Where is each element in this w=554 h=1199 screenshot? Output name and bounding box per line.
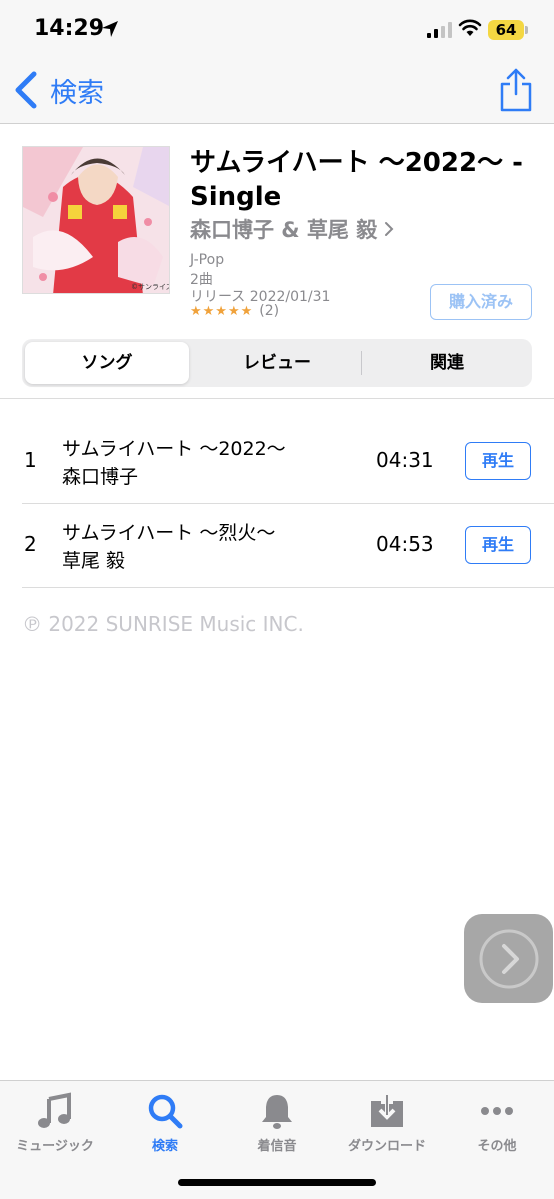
genre: J-Pop [190,252,225,268]
music-note-icon [38,1092,71,1128]
download-icon [371,1095,403,1127]
play-button[interactable]: 再生 [465,526,531,564]
more-icon [481,1107,513,1115]
segmented-control: ソング レビュー 関連 [22,339,532,387]
tab-ringtones[interactable]: 着信音 [222,1087,332,1157]
bell-icon [262,1095,292,1129]
tab-downloads[interactable]: ダウンロード [332,1087,442,1157]
tab-more[interactable]: その他 [442,1087,552,1157]
row-divider [22,587,554,588]
tab-search[interactable]: 検索 [110,1087,220,1157]
search-icon [148,1094,183,1129]
track-title: サムライハート 〜烈火〜 [62,522,276,544]
rating: ★★★★★ (2) [190,303,279,319]
wifi-icon [458,19,482,36]
track-number: 1 [24,448,37,472]
chevron-right-circle-icon [479,929,539,989]
album-title: サムライハート 〜2022〜 - Single [190,148,523,212]
purchased-button: 購入済み [430,284,532,320]
tab-related[interactable]: 関連 [365,342,529,384]
floating-next-button[interactable] [464,914,553,1003]
tab-label: ミュージック [16,1139,94,1154]
home-indicator [178,1179,376,1186]
star-rating-icon: ★★★★★ [190,303,254,319]
track-artist: 森口博子 [62,466,139,488]
rating-count: (2) [259,303,280,319]
back-button[interactable]: 検索 [12,68,104,112]
tab-reviews[interactable]: レビュー [195,342,359,384]
play-button[interactable]: 再生 [465,442,531,480]
tab-label: 着信音 [257,1139,297,1154]
chevron-left-icon [15,71,37,109]
tab-label: 検索 [151,1139,178,1154]
artist-link[interactable]: 森口博子 & 草尾 毅 [190,214,395,244]
nav-bar: 検索 [0,58,554,124]
location-arrow-icon [102,21,118,37]
battery-tip [525,26,528,34]
table-row[interactable]: 2 サムライハート 〜烈火〜 草尾 毅 04:53 再生 [0,504,554,588]
artist-name: 森口博子 & 草尾 毅 [190,218,378,242]
art-credit: ©サンライズ [131,282,170,291]
back-label: 検索 [50,77,104,109]
tab-music[interactable]: ミュージック [0,1087,110,1157]
tab-songs[interactable]: ソング [25,342,189,384]
table-row[interactable]: 1 サムライハート 〜2022〜 森口博子 04:31 再生 [0,420,554,504]
battery-icon: 64 [488,20,524,40]
section-divider [0,398,554,399]
share-icon[interactable] [498,66,534,112]
track-artist: 草尾 毅 [62,550,126,572]
track-title: サムライハート 〜2022〜 [62,438,286,460]
copyright: ℗ 2022 SUNRISE Music INC. [22,612,304,636]
tab-label: ダウンロード [347,1139,426,1154]
track-duration: 04:31 [376,448,434,472]
chevron-right-icon [385,222,394,236]
cellular-signal-icon [427,22,452,38]
track-number: 2 [24,532,37,556]
status-bar: 14:29 64 [0,0,554,58]
track-duration: 04:53 [376,532,434,556]
album-artwork: ©サンライズ [22,146,170,294]
tab-label: その他 [477,1139,517,1154]
segment-divider [361,351,362,375]
album-artwork-image: ©サンライズ [23,147,170,293]
status-time: 14:29 [34,16,105,41]
